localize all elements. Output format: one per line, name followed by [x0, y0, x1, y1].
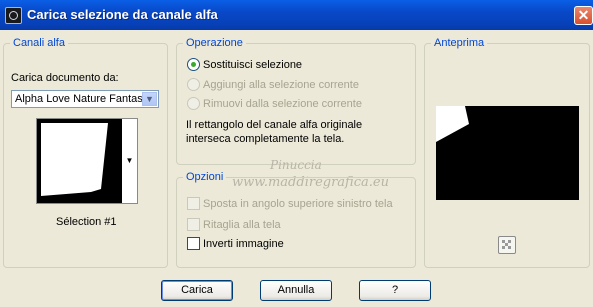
help-button[interactable]: ?: [359, 280, 431, 301]
selection-name: Sélection #1: [56, 216, 117, 228]
window-title: Carica selezione da canale alfa: [27, 7, 218, 22]
zoom-preview-icon[interactable]: [498, 236, 516, 254]
document-select[interactable]: Alpha Love Nature Fantasy ▼: [11, 90, 159, 108]
chevron-down-icon[interactable]: ▼: [142, 92, 157, 106]
thumbnail-dropdown-arrow[interactable]: ▼: [122, 118, 138, 204]
opzioni-legend: Opzioni: [183, 171, 227, 183]
checker-icon: [502, 240, 511, 249]
app-icon: [5, 7, 22, 24]
check-sposta[interactable]: [187, 197, 200, 210]
radio-rimuovi-label: Rimuovi dalla selezione corrente: [203, 98, 362, 110]
title-bar: Carica selezione da canale alfa ✕: [0, 0, 593, 30]
radio-selected-dot: [191, 62, 196, 67]
watermark-name: Pinuccia: [270, 158, 322, 172]
anteprima-preview: [436, 106, 579, 200]
radio-sostituisci-label: Sostituisci selezione: [203, 59, 303, 71]
radio-rimuovi[interactable]: [187, 97, 200, 110]
carica-button[interactable]: Carica: [161, 280, 233, 301]
selection-thumbnail-image: [37, 119, 123, 203]
radio-aggiungi-label: Aggiungi alla selezione corrente: [203, 79, 359, 91]
canali-alfa-legend: Canali alfa: [10, 37, 68, 49]
document-select-value: Alpha Love Nature Fantasy: [15, 93, 143, 105]
check-inverti[interactable]: [187, 237, 200, 250]
check-sposta-label: Sposta in angolo superiore sinistro tela: [203, 198, 393, 210]
selection-thumbnail[interactable]: [36, 118, 124, 204]
note-line-1: Il rettangolo del canale alfa originale: [186, 119, 363, 131]
check-ritaglia-label: Ritaglia alla tela: [203, 219, 281, 231]
doc-label: Carica documento da:: [11, 72, 119, 84]
radio-aggiungi[interactable]: [187, 78, 200, 91]
operazione-note: Il rettangolo del canale alfa originale …: [186, 118, 396, 146]
check-inverti-label: Inverti immagine: [203, 238, 284, 250]
anteprima-legend: Anteprima: [431, 37, 488, 49]
annulla-button[interactable]: Annulla: [260, 280, 332, 301]
close-icon[interactable]: ✕: [574, 6, 593, 25]
check-ritaglia[interactable]: [187, 218, 200, 231]
operazione-legend: Operazione: [183, 37, 246, 49]
radio-sostituisci[interactable]: [187, 58, 200, 71]
anteprima-preview-image: [436, 106, 579, 200]
note-line-2: interseca completamente la tela.: [186, 133, 345, 145]
